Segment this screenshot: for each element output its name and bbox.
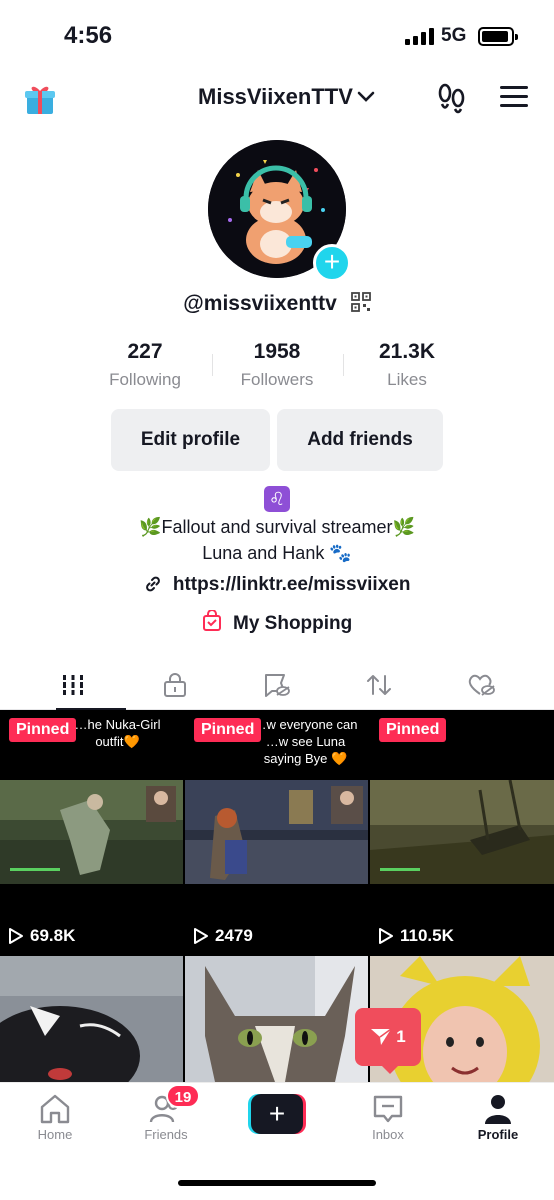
view-count: 2479 — [193, 926, 253, 946]
video-thumbnail[interactable]: Pinned 110.5K — [370, 710, 554, 954]
profile-tabs — [0, 660, 554, 711]
stat-following[interactable]: 227 Following — [80, 340, 210, 390]
tab-reposts[interactable] — [324, 660, 434, 710]
bio-link[interactable]: https://linktr.ee/missviixen — [0, 574, 554, 596]
pinned-badge: Pinned — [194, 718, 262, 742]
tab-favorites[interactable] — [222, 660, 332, 710]
view-count-text: 110.5K — [400, 926, 454, 945]
add-friends-button[interactable]: Add friends — [277, 409, 443, 471]
play-icon — [379, 928, 393, 944]
lock-icon — [164, 673, 186, 697]
tab-videos[interactable] — [18, 660, 128, 711]
play-icon — [9, 928, 23, 944]
footprints-icon[interactable] — [436, 82, 468, 114]
profile-icon — [485, 1095, 511, 1124]
profile-handle: @missviixenttv — [0, 292, 554, 316]
zodiac-leo-icon: ♌ — [264, 486, 290, 512]
profile-bio: ♌ 🌿Fallout and survival streamer🌿 Luna a… — [0, 486, 554, 566]
send-icon — [371, 1028, 392, 1045]
message-count: 1 — [396, 1027, 406, 1046]
edit-profile-button[interactable]: Edit profile — [111, 409, 270, 471]
stat-label: Followers — [240, 370, 314, 389]
stat-value: 21.3K — [378, 340, 436, 363]
account-switcher[interactable]: MissViixenTTV — [198, 84, 375, 110]
stat-label: Following — [109, 370, 181, 389]
view-count: 69.8K — [8, 926, 75, 946]
nav-home[interactable]: Home — [5, 1091, 105, 1142]
bio-line: Luna and Hank 🐾 — [202, 543, 352, 563]
inbox-icon — [373, 1095, 403, 1123]
nav-label: Home — [37, 1127, 73, 1142]
stat-followers[interactable]: 1958 Followers — [212, 340, 342, 390]
game-scene-image — [185, 780, 368, 884]
stat-label: Likes — [387, 370, 427, 389]
handle-text: @missviixenttv — [183, 292, 337, 315]
video-grid: Pinned …he Nuka-Girl outfit🧡 69.8K Pinne… — [0, 710, 554, 1082]
chevron-down-icon — [357, 91, 375, 102]
home-icon — [40, 1094, 70, 1124]
add-avatar-button[interactable]: + — [313, 244, 351, 282]
nav-inbox[interactable]: Inbox — [338, 1091, 438, 1142]
profile-header: MissViixenTTV — [0, 76, 554, 120]
plus-icon: + — [251, 1094, 303, 1134]
profile-stats: 227 Following 1958 Followers 21.3K Likes — [80, 340, 474, 396]
status-time: 4:56 — [64, 22, 113, 49]
video-thumbnail[interactable]: Pinned …he Nuka-Girl outfit🧡 69.8K — [0, 710, 183, 954]
bookmark-hidden-icon — [265, 674, 290, 697]
repost-icon — [367, 675, 391, 695]
stat-value: 1958 — [253, 340, 301, 363]
view-count-text: 2479 — [215, 926, 253, 945]
gift-icon[interactable] — [24, 82, 56, 114]
friends-notification-badge: 19 — [166, 1084, 200, 1108]
game-scene-image — [0, 780, 183, 884]
heart-hidden-icon — [468, 674, 495, 696]
stat-likes[interactable]: 21.3K Likes — [342, 340, 472, 390]
grid-videos-icon — [61, 675, 85, 695]
game-scene-image — [370, 780, 554, 884]
my-shopping-link[interactable]: My Shopping — [0, 609, 554, 635]
view-count: 110.5K — [378, 926, 454, 946]
message-notification-badge[interactable]: 1 — [355, 1008, 421, 1074]
video-thumbnail[interactable] — [0, 956, 183, 1082]
bio-line: 🌿Fallout and survival streamer🌿 — [139, 517, 415, 537]
qr-code-icon[interactable] — [350, 292, 371, 312]
cat-photo-image — [185, 956, 368, 1082]
nav-label: Profile — [477, 1127, 519, 1142]
menu-icon[interactable] — [500, 86, 528, 110]
header-username: MissViixenTTV — [198, 84, 353, 109]
create-button[interactable]: + — [248, 1094, 306, 1134]
nav-label: Inbox — [372, 1127, 404, 1142]
battery-icon — [478, 27, 518, 46]
tab-private[interactable] — [120, 660, 230, 710]
pinned-badge: Pinned — [9, 718, 77, 742]
play-icon — [194, 928, 208, 944]
nav-profile[interactable]: Profile — [448, 1091, 548, 1142]
cat-photo-image — [0, 956, 183, 1082]
home-indicator[interactable] — [178, 1180, 376, 1186]
shopping-text: My Shopping — [233, 613, 353, 634]
stat-value: 227 — [127, 340, 163, 363]
video-thumbnail[interactable]: Pinned …w everyone can …w see Luna sayin… — [185, 710, 368, 954]
view-count-text: 69.8K — [30, 926, 76, 945]
link-icon — [145, 576, 160, 592]
nav-label: Friends — [144, 1127, 188, 1142]
tab-liked[interactable] — [426, 660, 536, 710]
pinned-badge: Pinned — [379, 718, 447, 742]
shopping-bag-icon — [202, 609, 221, 631]
status-bar: 4:56 5G — [0, 0, 554, 70]
video-thumbnail[interactable] — [185, 956, 368, 1082]
signal-icon — [405, 28, 434, 45]
network-label: 5G — [441, 25, 467, 46]
link-text: https://linktr.ee/missviixen — [172, 574, 411, 595]
